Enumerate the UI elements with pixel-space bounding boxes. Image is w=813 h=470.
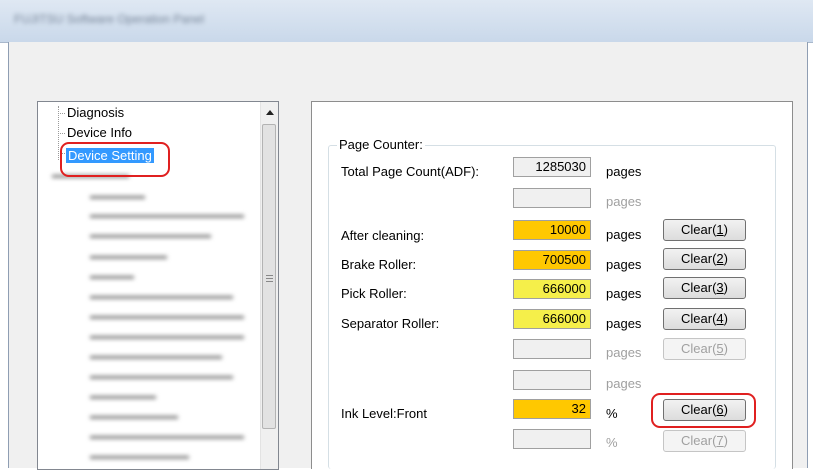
tree-item-blurred: ▬▬▬▬▬▬ bbox=[90, 390, 156, 402]
unit-label: % bbox=[606, 406, 618, 421]
row-label-separator-roller: Separator Roller: bbox=[341, 316, 440, 331]
blank-counter-field bbox=[513, 188, 591, 208]
clear-pick-roller-button[interactable]: Clear(3) bbox=[663, 277, 746, 299]
row-label-brake-roller: Brake Roller: bbox=[341, 257, 417, 272]
after-cleaning-field: 10000 bbox=[513, 220, 591, 240]
unit-label: pages bbox=[606, 286, 642, 301]
tree-item-label: Diagnosis bbox=[67, 105, 125, 120]
row-label-total-page-count: Total Page Count(ADF): bbox=[341, 164, 480, 179]
tree-item-blurred: ▬▬▬▬▬▬▬▬▬ bbox=[90, 450, 189, 462]
button-label: Clear bbox=[681, 311, 713, 326]
tree-item-blurred: ▬▬▬▬▬▬▬▬▬▬▬▬▬ bbox=[90, 290, 233, 302]
unit-label: pages bbox=[606, 345, 642, 360]
tree-item-blurred: ▬▬▬▬ bbox=[90, 270, 134, 282]
tree-item-blurred: ▬▬▬▬▬▬▬▬▬▬▬▬▬▬ bbox=[90, 310, 244, 322]
grip-line bbox=[266, 281, 273, 282]
unit-label: pages bbox=[606, 194, 642, 209]
clear-separator-roller-button[interactable]: Clear(4) bbox=[663, 308, 746, 330]
clear-brake-roller-button[interactable]: Clear(2) bbox=[663, 248, 746, 270]
tree-scrollbar[interactable] bbox=[260, 102, 278, 469]
button-accelerator: 7 bbox=[716, 433, 724, 448]
grip-line bbox=[266, 278, 273, 279]
button-label: Clear bbox=[681, 341, 713, 356]
tree-item-blurred: ▬▬▬▬▬▬▬ bbox=[90, 250, 167, 262]
tree-item-device-info[interactable]: Device Info bbox=[67, 125, 132, 138]
clear-6-highlight bbox=[651, 393, 756, 428]
clear-counter-7-button: Clear(7) bbox=[663, 430, 746, 452]
button-accelerator: 1 bbox=[716, 222, 724, 237]
device-setting-highlight bbox=[60, 142, 170, 177]
ink-level-front-field: 32 bbox=[513, 399, 591, 419]
pick-roller-field: 666000 bbox=[513, 279, 591, 299]
blank-counter-field bbox=[513, 339, 591, 359]
window-title: FUJITSU Software Operation Panel bbox=[14, 12, 205, 26]
unit-label: % bbox=[606, 435, 618, 450]
grip-line bbox=[266, 275, 273, 276]
tree-item-label: Device Info bbox=[67, 125, 133, 138]
row-label-ink-level-front: Ink Level:Front bbox=[341, 406, 427, 421]
unit-label: pages bbox=[606, 376, 642, 391]
total-page-count-field: 1285030 bbox=[513, 157, 591, 177]
scroll-thumb[interactable] bbox=[262, 124, 276, 429]
group-title: Page Counter: bbox=[337, 137, 425, 152]
tree-item-blurred: ▬▬▬▬▬ bbox=[90, 190, 145, 202]
tree-connector bbox=[58, 113, 65, 114]
button-label: Clear bbox=[681, 222, 713, 237]
clear-counter-5-button: Clear(5) bbox=[663, 338, 746, 360]
row-label-pick-roller: Pick Roller: bbox=[341, 286, 407, 301]
tree-item-blurred: ▬▬▬▬▬▬▬▬▬▬▬▬▬▬ bbox=[90, 330, 244, 342]
scroll-up-arrow-icon[interactable] bbox=[266, 110, 274, 115]
button-label: Clear bbox=[681, 433, 713, 448]
tree-item-blurred: ▬▬▬▬▬▬▬▬▬▬▬▬▬ bbox=[90, 370, 233, 382]
unit-label: pages bbox=[606, 164, 642, 179]
button-label: Clear bbox=[681, 251, 713, 266]
tree-connector bbox=[58, 133, 65, 134]
separator-roller-field: 666000 bbox=[513, 309, 591, 329]
blank-counter-field bbox=[513, 370, 591, 390]
clear-after-cleaning-button[interactable]: Clear(1) bbox=[663, 219, 746, 241]
button-accelerator: 2 bbox=[716, 251, 724, 266]
tree-item-blurred: ▬▬▬▬▬▬▬▬▬▬▬▬ bbox=[90, 350, 222, 362]
button-accelerator: 5 bbox=[716, 341, 724, 356]
tree-item-blurred: ▬▬▬▬▬▬▬▬▬▬▬ bbox=[90, 229, 211, 241]
tree-item-blurred: ▬▬▬▬▬▬▬▬▬▬▬▬▬▬ bbox=[90, 209, 244, 221]
unit-label: pages bbox=[606, 257, 642, 272]
button-label: Clear bbox=[681, 280, 713, 295]
brake-roller-field: 700500 bbox=[513, 250, 591, 270]
blank-counter-field bbox=[513, 429, 591, 449]
row-label-after-cleaning: After cleaning: bbox=[341, 228, 425, 243]
tree-item-blurred: ▬▬▬▬▬▬▬▬▬▬▬▬▬▬ bbox=[90, 430, 244, 442]
unit-label: pages bbox=[606, 316, 642, 331]
tree-item-blurred: ▬▬▬▬▬▬▬▬ bbox=[90, 410, 178, 422]
button-accelerator: 3 bbox=[716, 280, 724, 295]
title-bar: FUJITSU Software Operation Panel bbox=[0, 0, 813, 43]
unit-label: pages bbox=[606, 227, 642, 242]
button-accelerator: 4 bbox=[716, 311, 724, 326]
tree-item-diagnosis[interactable]: Diagnosis bbox=[67, 105, 124, 121]
